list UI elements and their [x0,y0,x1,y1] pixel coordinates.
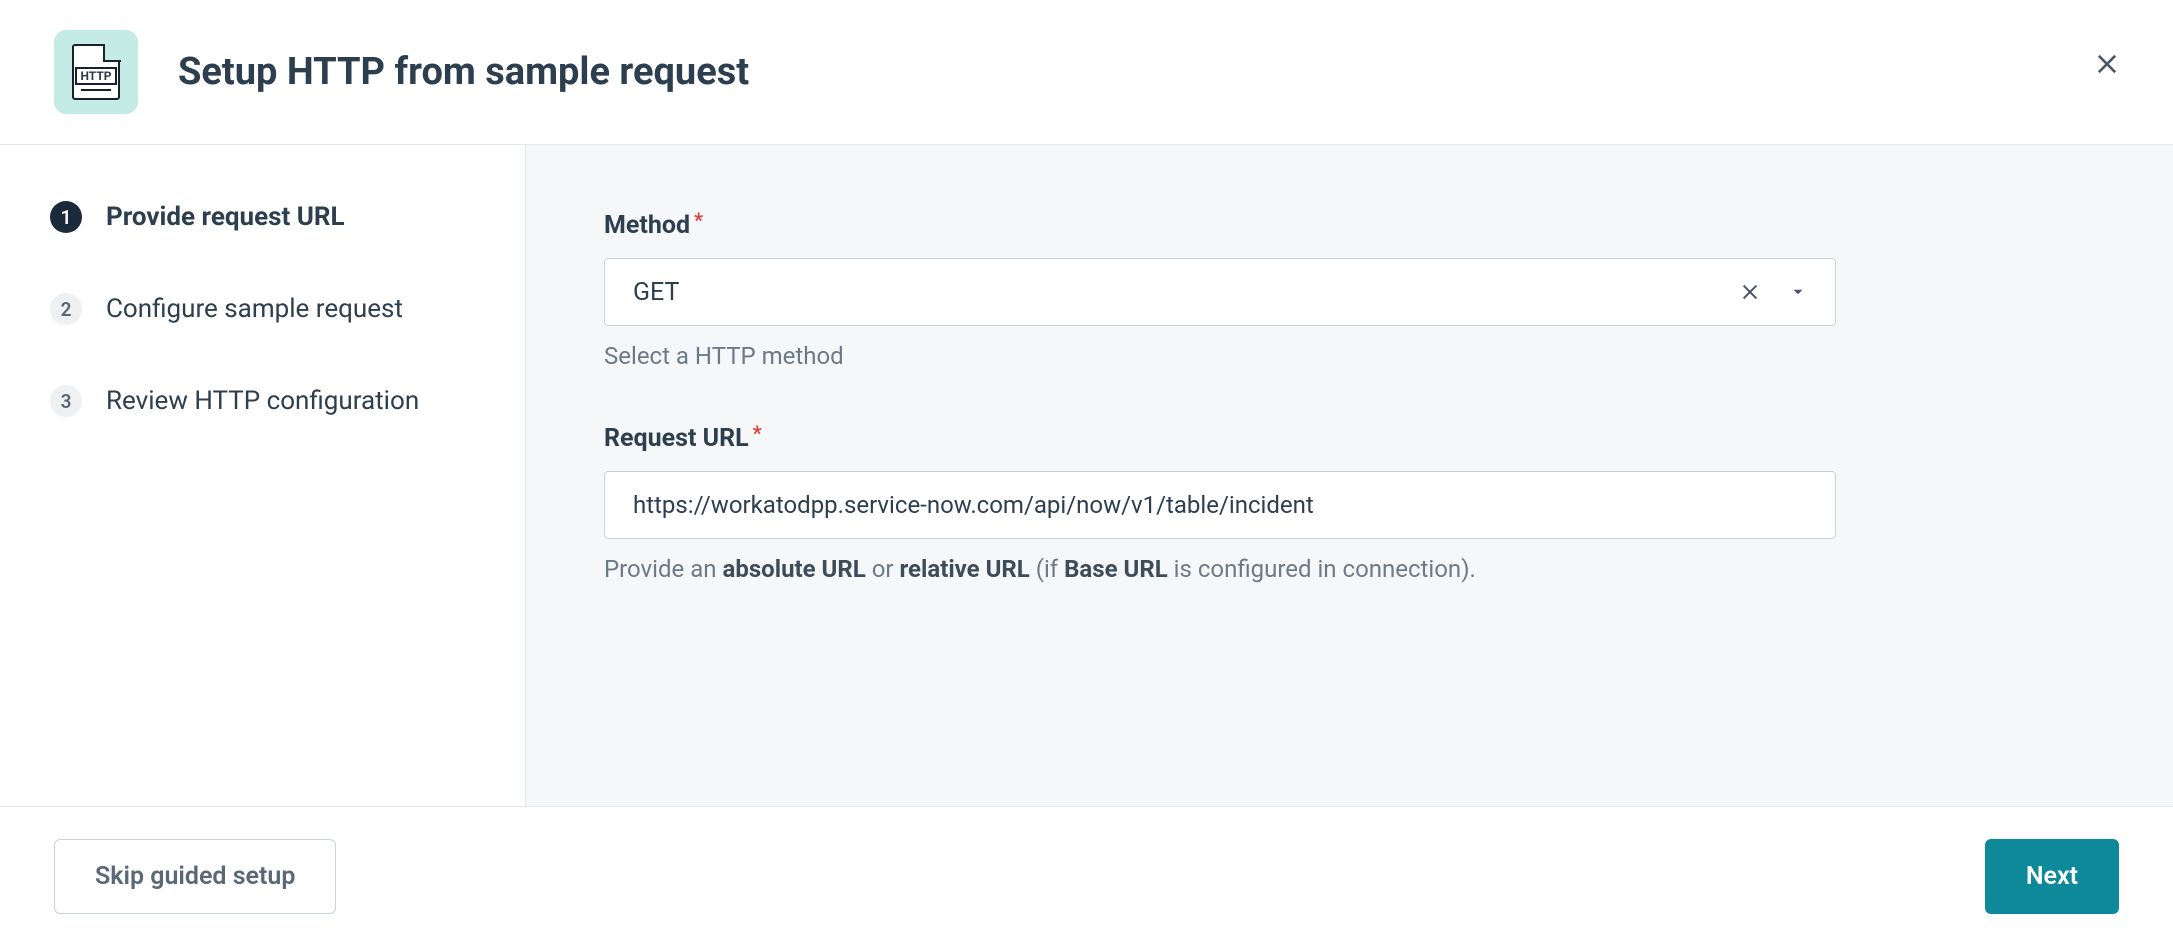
step-label: Provide request URL [106,202,345,232]
method-label: Method* [604,211,1836,240]
header: HTTP Setup HTTP from sample request [0,0,2173,145]
http-icon-badge: HTTP [75,67,116,85]
step-provide-request-url[interactable]: 1 Provide request URL [50,201,475,233]
method-helper: Select a HTTP method [604,342,1836,370]
required-indicator: * [694,208,703,232]
method-selected-value: GET [633,278,1739,307]
http-app-icon: HTTP [54,30,138,114]
next-button[interactable]: Next [1985,839,2119,914]
step-label: Configure sample request [106,294,403,324]
method-select[interactable]: GET [604,258,1836,326]
method-field: Method* GET Select a HTTP method [604,211,1836,370]
close-icon [2093,50,2121,78]
body: 1 Provide request URL 2 Configure sample… [0,145,2173,806]
step-configure-sample-request[interactable]: 2 Configure sample request [50,293,475,325]
main-form: Method* GET Select a HTTP method [526,145,2173,806]
close-button[interactable] [2093,50,2123,80]
step-review-http-configuration[interactable]: 3 Review HTTP configuration [50,385,475,417]
page-title: Setup HTTP from sample request [178,50,749,94]
clear-method-button[interactable] [1739,281,1761,303]
request-url-input[interactable] [604,471,1836,539]
request-url-helper: Provide an absolute URL or relative URL … [604,555,1836,583]
steps-sidebar: 1 Provide request URL 2 Configure sample… [0,145,526,806]
step-number: 1 [50,201,82,233]
dropdown-arrow[interactable] [1789,283,1807,301]
step-number: 3 [50,385,82,417]
request-url-label: Request URL* [604,424,1836,453]
required-indicator: * [753,421,762,445]
step-number: 2 [50,293,82,325]
skip-guided-setup-button[interactable]: Skip guided setup [54,839,336,914]
chevron-down-icon [1789,283,1807,301]
step-label: Review HTTP configuration [106,386,419,416]
close-icon [1739,281,1761,303]
footer: Skip guided setup Next [0,806,2173,946]
request-url-field: Request URL* Provide an absolute URL or … [604,424,1836,583]
